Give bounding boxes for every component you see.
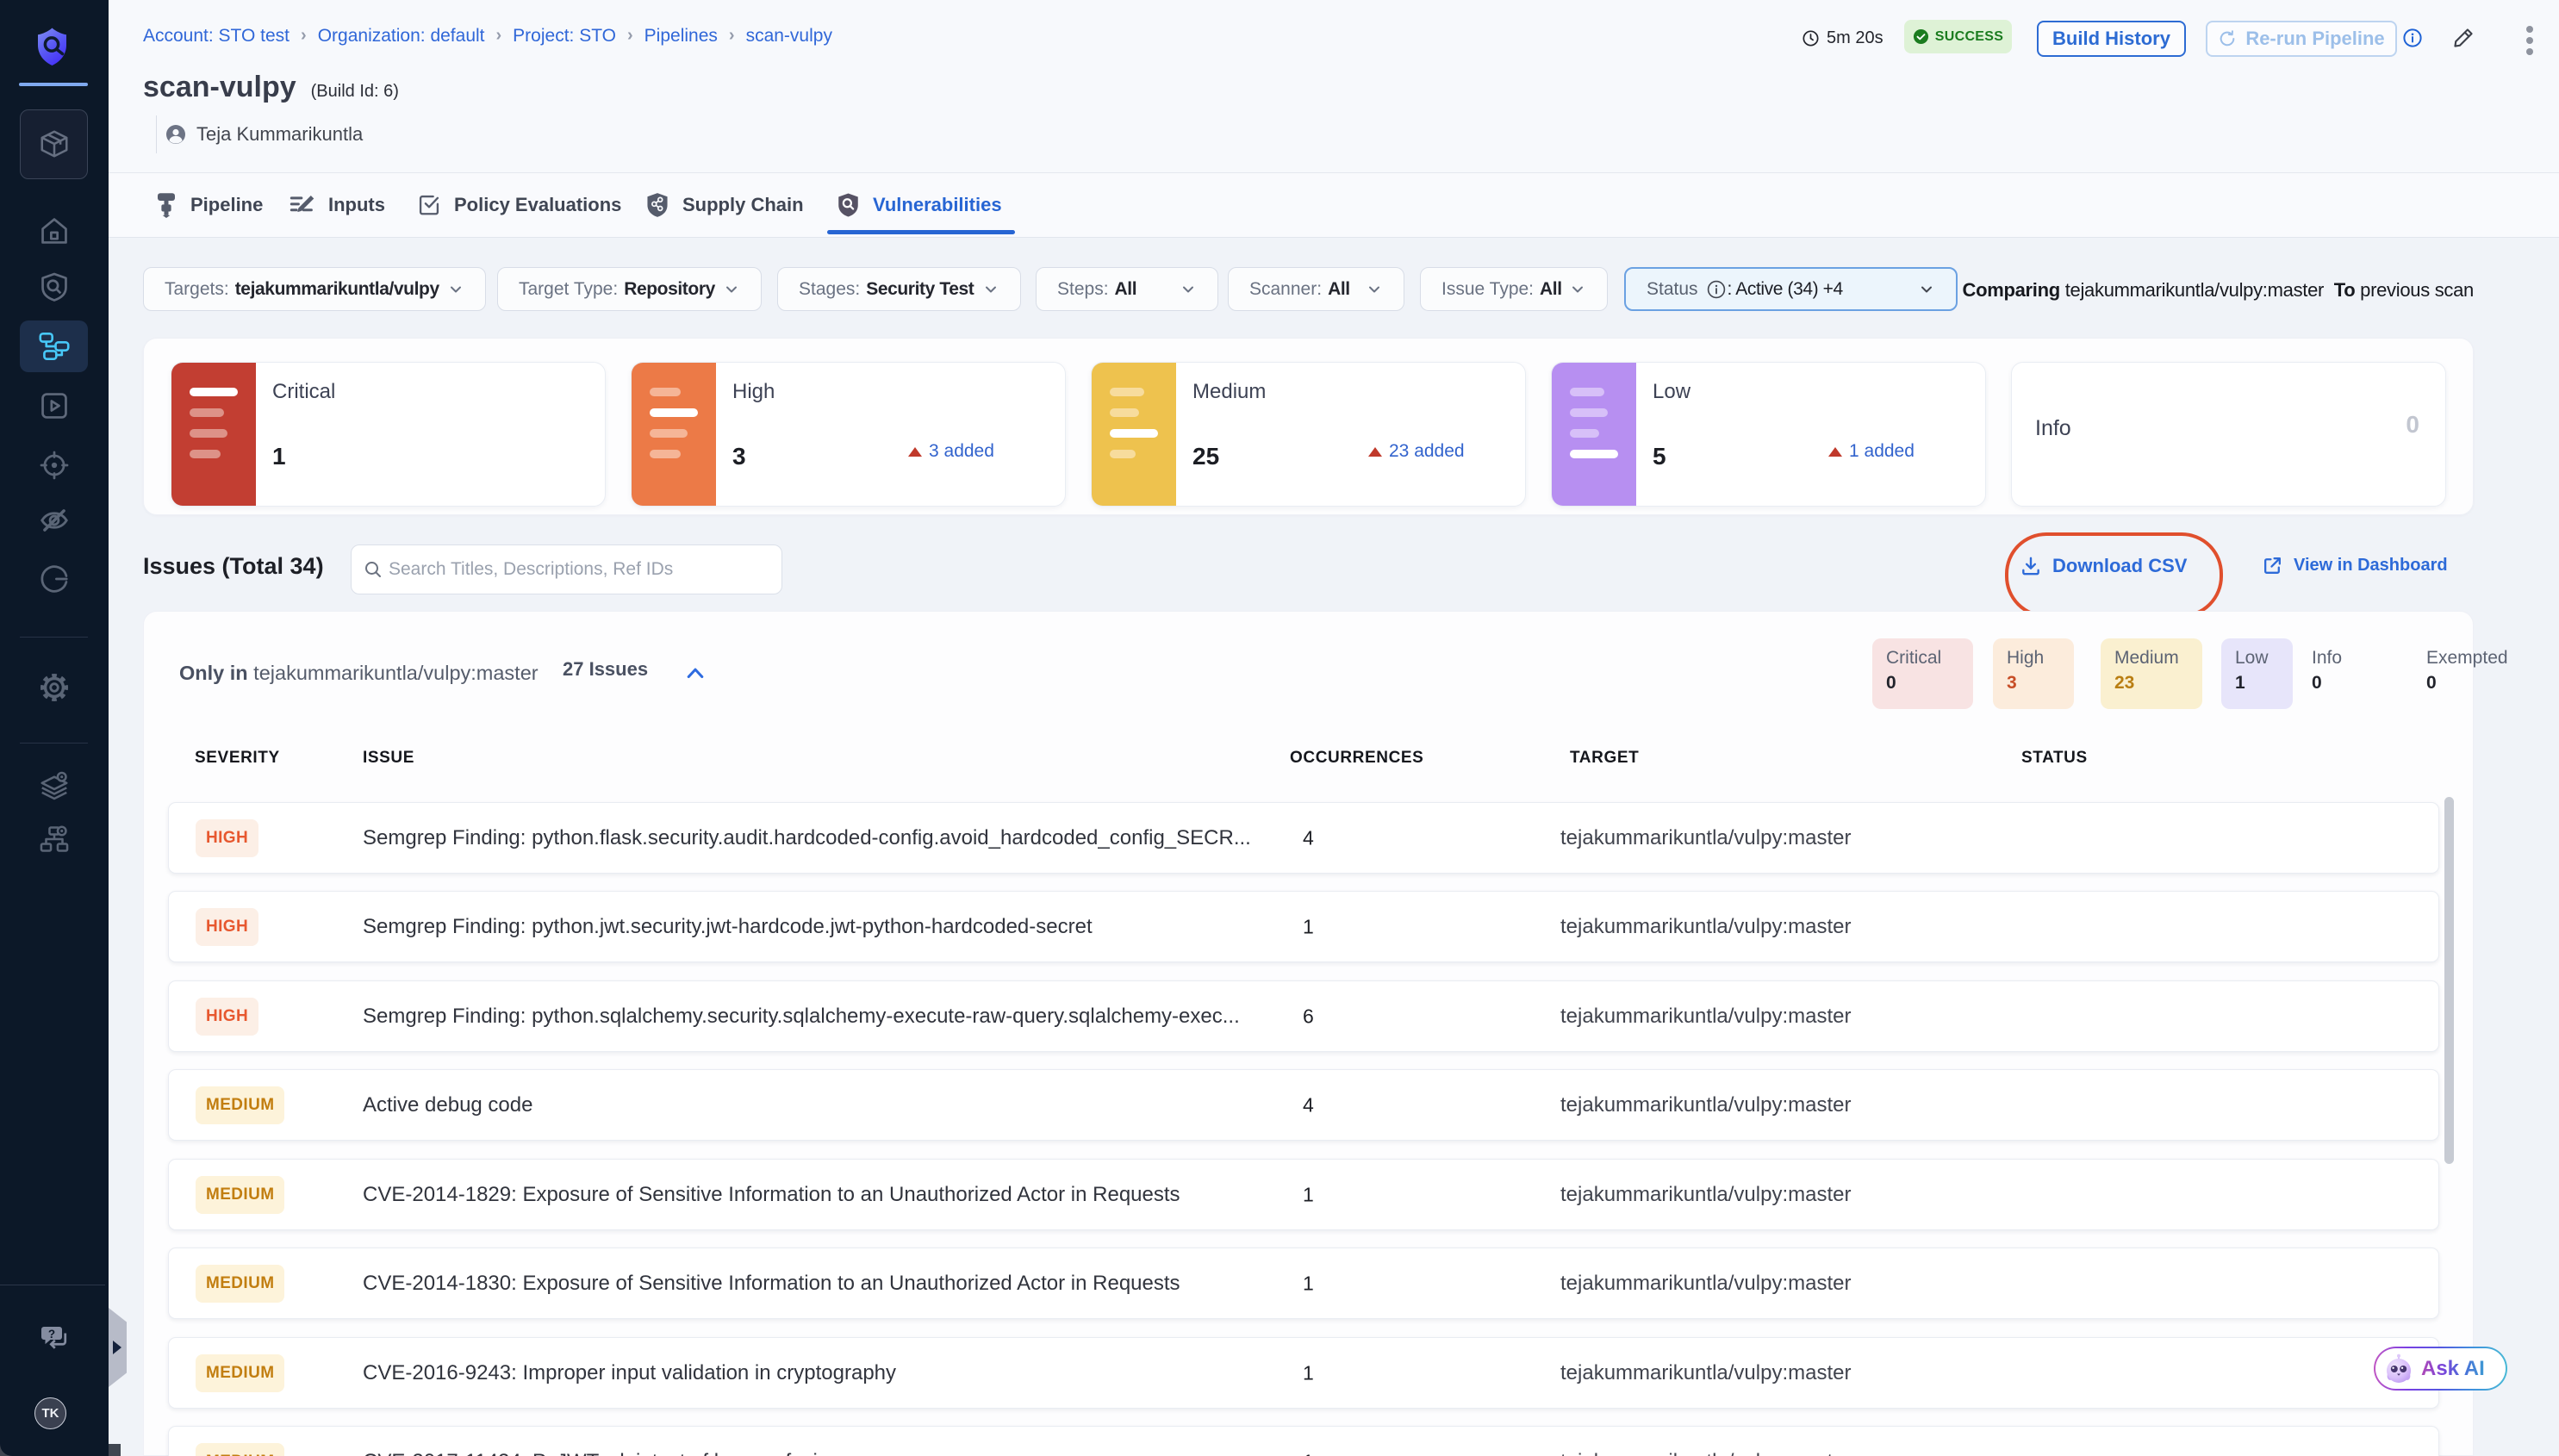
svg-text:?: ?	[48, 1328, 55, 1341]
